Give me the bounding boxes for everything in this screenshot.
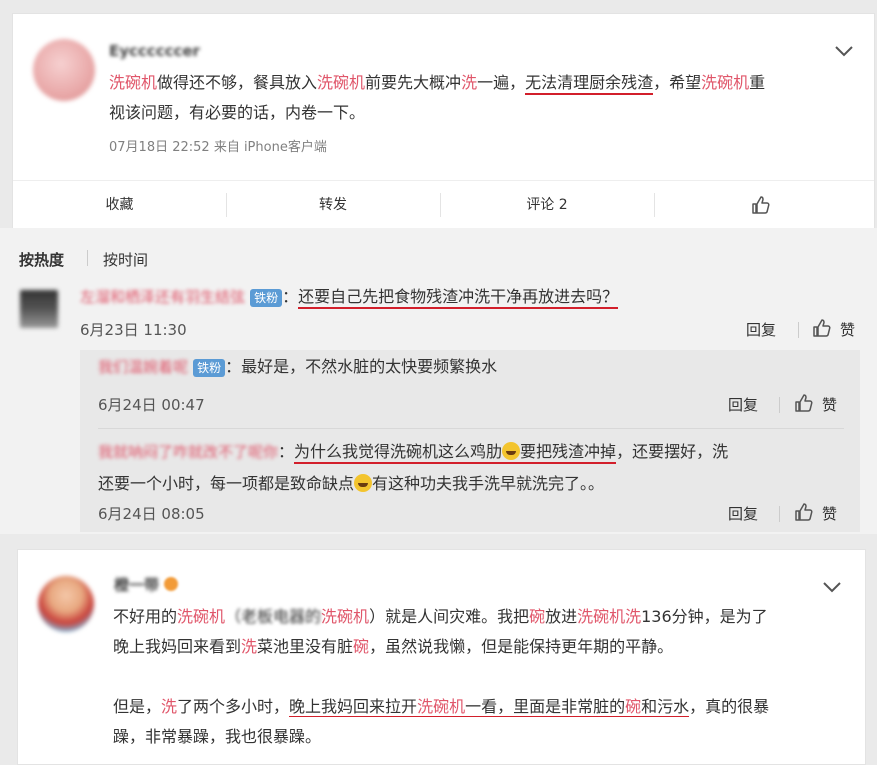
action-bar: 收藏 转发 评论 2 (13, 180, 874, 229)
fan-badge: 铁粉 (250, 289, 283, 307)
underlined-phrase: 为什么我觉得洗碗机这么鸡肋 要把残渣冲掉 (294, 442, 617, 464)
reply-time: 6月24日 00:47 (98, 396, 205, 414)
like-label[interactable]: 赞 (822, 394, 837, 415)
like-icon[interactable] (751, 195, 771, 215)
reply-button[interactable]: 回复 (746, 319, 776, 340)
replies-box: 我们温婉着呢 铁粉 ：最好是，不然水脏的太快要频繁换水 6月24日 00:47 回… (80, 350, 860, 532)
reply-button[interactable]: 回复 (728, 394, 758, 415)
reply-text: 我就呐闷了咋就改不了呢你：为什么我觉得洗碗机这么鸡肋 要把残渣冲掉，还要摆好，洗 … (98, 442, 729, 493)
user-avatar[interactable] (33, 39, 95, 101)
sort-bar: 按热度 按时间 (0, 228, 877, 284)
like-label[interactable]: 赞 (840, 319, 855, 340)
sort-by-hot[interactable]: 按热度 (19, 249, 64, 270)
divider (654, 193, 655, 217)
post-text: 洗碗机做得还不够，餐具放入洗碗机前要先大概冲洗一遍，无法清理厨余残渣，希望洗碗机… (109, 73, 766, 122)
post-time-source: 07月18日 22:52 来自 iPhone客户端 (109, 140, 327, 155)
username[interactable]: Eyccccccer (109, 42, 200, 60)
underlined-phrase: 还要自己先把食物残渣冲洗干净再放进去吗？ (298, 287, 619, 309)
user-avatar[interactable] (38, 576, 94, 632)
comment-time: 6月23日 11:30 (80, 321, 187, 339)
favorite-button[interactable]: 收藏 (13, 181, 226, 229)
reply-text: 我们温婉着呢 铁粉 ：最好是，不然水脏的太快要频繁换水 (98, 357, 498, 377)
underlined-phrase: 晚上我妈回来拉开洗碗机一看，里面是非常脏的碗和污水 (289, 697, 690, 717)
username[interactable]: 橙一带 (114, 574, 179, 595)
reply-time: 6月24日 08:05 (98, 505, 205, 523)
commenter-avatar[interactable] (20, 290, 58, 328)
replier-username[interactable]: 我们温婉着呢 (98, 358, 188, 376)
post-card-2: 橙一带 不好用的洗碗机（老板电器的洗碗机）就是人间灾难。我把碗放进洗碗机洗136… (17, 549, 866, 765)
crying-laughing-emoji-icon (502, 442, 521, 460)
repost-button[interactable]: 转发 (226, 181, 440, 229)
comment-button[interactable]: 评论 2 (440, 181, 654, 229)
crying-laughing-emoji-icon (354, 474, 373, 492)
badge-icon (164, 577, 179, 591)
separator (779, 397, 780, 413)
separator (798, 322, 799, 338)
replier-username[interactable]: 我就呐闷了咋就改不了呢你 (98, 443, 278, 461)
underlined-phrase: 无法清理厨余残渣 (525, 73, 654, 95)
separator (779, 506, 780, 522)
fan-badge: 铁粉 (193, 359, 226, 377)
divider (98, 428, 844, 429)
commenter-username[interactable]: 左溜和栖泽还有羽生结弦 (80, 288, 245, 306)
like-icon[interactable] (794, 393, 814, 413)
post-card: Eyccccccer 洗碗机做得还不够，餐具放入洗碗机前要先大概冲洗一遍，无法清… (12, 13, 875, 230)
chevron-down-icon[interactable] (833, 44, 855, 58)
divider (87, 250, 88, 266)
like-icon[interactable] (812, 318, 832, 338)
comment-thread: 左溜和栖泽还有羽生结弦 铁粉 ：还要自己先把食物残渣冲洗干净再放进去吗？ 6月23… (0, 284, 877, 534)
post2-text: 不好用的洗碗机（老板电器的洗碗机）就是人间灾难。我把碗放进洗碗机洗136分钟，是… (113, 607, 770, 746)
sort-by-time[interactable]: 按时间 (103, 249, 148, 270)
like-icon[interactable] (794, 502, 814, 522)
like-label[interactable]: 赞 (822, 503, 837, 524)
comment-text: 左溜和栖泽还有羽生结弦 铁粉 ：还要自己先把食物残渣冲洗干净再放进去吗？ (80, 284, 840, 310)
chevron-down-icon[interactable] (821, 580, 843, 594)
reply-button[interactable]: 回复 (728, 503, 758, 524)
